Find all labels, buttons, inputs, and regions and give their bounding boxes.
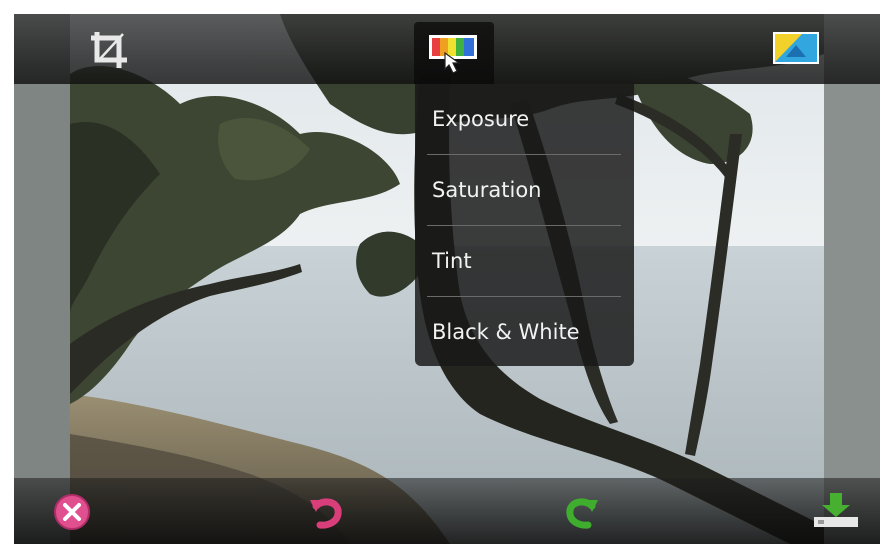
menu-item-label: Exposure [432, 107, 530, 131]
redo-button[interactable] [560, 490, 604, 534]
menu-item-label: Black & White [432, 320, 580, 344]
color-adjust-menu: Exposure Saturation Tint Black & White [415, 84, 634, 366]
cancel-icon [54, 494, 90, 530]
menu-item-black-white[interactable]: Black & White [415, 297, 634, 367]
color-adjust-button[interactable] [414, 22, 494, 84]
redo-icon [566, 498, 598, 529]
menu-item-tint[interactable]: Tint [415, 226, 634, 296]
undo-icon [310, 498, 342, 529]
right-margin [824, 14, 880, 544]
crop-button[interactable] [86, 26, 132, 74]
bottom-action-bar [14, 478, 880, 544]
photo-editor-screen: Exposure Saturation Tint Black & White [14, 14, 880, 544]
effects-icon [773, 32, 819, 64]
crop-icon [91, 32, 127, 68]
left-margin [14, 14, 70, 544]
undo-button[interactable] [304, 490, 348, 534]
menu-item-label: Tint [432, 249, 472, 273]
save-icon [814, 493, 858, 527]
effects-button[interactable] [770, 28, 822, 68]
menu-item-saturation[interactable]: Saturation [415, 155, 634, 225]
cancel-button[interactable] [50, 490, 94, 534]
save-button[interactable] [810, 488, 862, 532]
menu-item-label: Saturation [432, 178, 542, 202]
color-palette-icon [429, 35, 477, 74]
menu-item-exposure[interactable]: Exposure [415, 84, 634, 154]
